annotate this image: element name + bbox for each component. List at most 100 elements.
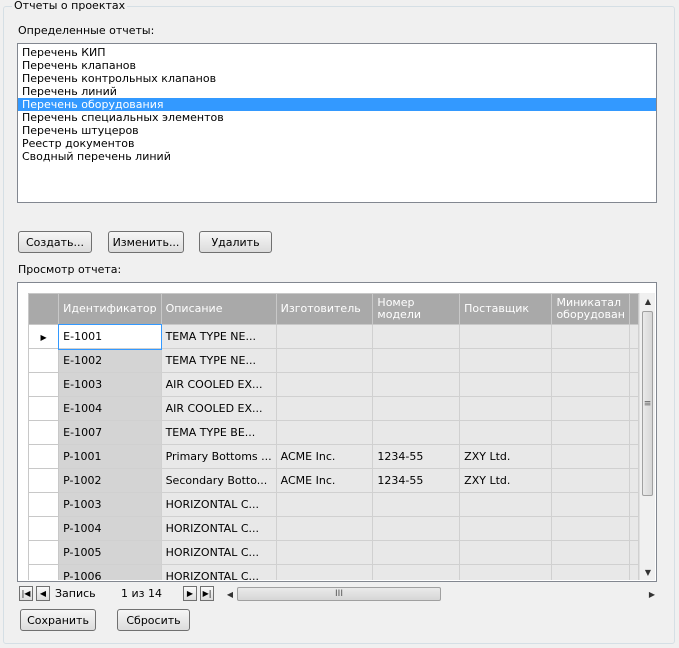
table-cell[interactable] <box>372 348 461 373</box>
vertical-scroll-thumb[interactable]: ≡ <box>642 311 653 496</box>
table-cell[interactable] <box>372 492 461 517</box>
table-cell[interactable] <box>551 372 630 397</box>
next-record-icon[interactable]: ▶ <box>183 586 197 601</box>
table-cell[interactable] <box>372 396 461 421</box>
row-header[interactable] <box>28 564 60 580</box>
report-list-item[interactable]: Перечень контрольных клапанов <box>18 72 656 85</box>
column-header[interactable]: Поставщик <box>459 293 553 325</box>
table-row[interactable]: E-1007 TEMA TYPE BE... <box>28 420 639 445</box>
table-cell[interactable]: HORIZONTAL C... <box>160 540 277 565</box>
table-cell[interactable] <box>275 492 374 517</box>
defined-reports-listbox[interactable]: Перечень КИП Перечень клапанов Перечень ко… <box>17 43 657 203</box>
table-cell[interactable] <box>275 540 374 565</box>
table-cell[interactable]: P-1004 <box>58 516 162 541</box>
row-header[interactable] <box>28 516 60 541</box>
table-cell[interactable] <box>459 396 553 421</box>
edit-button[interactable]: Изменить... <box>108 231 184 253</box>
create-button[interactable]: Создать... <box>18 231 92 253</box>
scroll-up-icon[interactable]: ▲ <box>640 293 656 309</box>
row-header[interactable]: ▶ <box>28 324 60 349</box>
table-cell[interactable]: P-1005 <box>58 540 162 565</box>
row-header[interactable] <box>28 444 60 469</box>
delete-button[interactable]: Удалить <box>199 231 272 253</box>
table-cell[interactable] <box>372 516 461 541</box>
table-cell[interactable] <box>551 396 630 421</box>
first-record-icon[interactable]: |◀ <box>19 586 33 601</box>
table-cell[interactable] <box>551 468 630 493</box>
table-cell[interactable]: ACME Inc. <box>275 468 374 493</box>
report-list-item[interactable]: Перечень КИП <box>18 46 656 59</box>
table-cell[interactable] <box>459 492 553 517</box>
table-cell[interactable] <box>459 564 553 580</box>
table-cell[interactable] <box>551 540 630 565</box>
table-cell[interactable] <box>551 516 630 541</box>
table-cell[interactable] <box>275 564 374 580</box>
table-cell[interactable]: TEMA TYPE NE... <box>160 324 277 349</box>
table-row[interactable]: E-1004 AIR COOLED EX... <box>28 396 639 421</box>
table-cell[interactable]: ZXY Ltd. <box>459 468 553 493</box>
table-cell[interactable] <box>275 372 374 397</box>
table-cell[interactable] <box>459 540 553 565</box>
table-cell[interactable]: HORIZONTAL C... <box>160 516 277 541</box>
report-list-item[interactable]: Перечень штуцеров <box>18 124 656 137</box>
table-cell[interactable]: AIR COOLED EX... <box>160 396 277 421</box>
report-list-item[interactable]: Перечень специальных элементов <box>18 111 656 124</box>
column-header[interactable]: Описание <box>160 293 277 325</box>
table-row[interactable]: P-1002 Secondary Botto... ACME Inc. 1234-55… <box>28 468 639 493</box>
column-header[interactable]: Идентификатор <box>58 293 162 325</box>
table-row[interactable]: ▶ E-1001 TEMA TYPE NE... <box>28 323 639 350</box>
column-header[interactable]: Номер модели <box>372 293 461 325</box>
save-button[interactable]: Сохранить <box>20 609 96 631</box>
table-cell[interactable] <box>372 372 461 397</box>
table-cell[interactable]: P-1003 <box>58 492 162 517</box>
scroll-down-icon[interactable]: ▼ <box>640 564 656 580</box>
row-header[interactable] <box>28 540 60 565</box>
table-row[interactable]: P-1004 HORIZONTAL C... <box>28 516 639 541</box>
column-header[interactable]: Миникатал оборудован <box>551 293 630 325</box>
table-cell[interactable]: E-1007 <box>58 420 162 445</box>
table-cell[interactable] <box>551 324 630 349</box>
table-cell[interactable]: AIR COOLED EX... <box>160 372 277 397</box>
row-header[interactable] <box>28 492 60 517</box>
table-cell[interactable] <box>372 324 461 349</box>
table-row[interactable]: E-1002 TEMA TYPE NE... <box>28 348 639 373</box>
column-header[interactable]: Изготовитель <box>275 293 374 325</box>
table-row[interactable]: E-1003 AIR COOLED EX... <box>28 372 639 397</box>
table-cell[interactable]: TEMA TYPE NE... <box>160 348 277 373</box>
table-cell[interactable]: P-1002 <box>58 468 162 493</box>
reset-button[interactable]: Сбросить <box>117 609 190 631</box>
table-cell[interactable] <box>372 420 461 445</box>
table-cell[interactable]: ACME Inc. <box>275 444 374 469</box>
table-cell[interactable] <box>459 348 553 373</box>
table-cell[interactable]: P-1006 <box>58 564 162 580</box>
table-cell[interactable]: E-1003 <box>58 372 162 397</box>
row-header[interactable] <box>28 420 60 445</box>
row-header[interactable] <box>28 396 60 421</box>
table-cell[interactable]: HORIZONTAL C... <box>160 564 277 580</box>
table-cell[interactable]: E-1002 <box>58 348 162 373</box>
table-cell[interactable]: 1234-55 <box>372 468 461 493</box>
table-cell[interactable]: Primary Bottoms ... <box>160 444 277 469</box>
report-list-item[interactable]: Перечень линий <box>18 85 656 98</box>
table-cell[interactable]: ZXY Ltd. <box>459 444 553 469</box>
table-cell[interactable] <box>275 516 374 541</box>
table-row[interactable]: P-1003 HORIZONTAL C... <box>28 492 639 517</box>
table-cell[interactable] <box>551 444 630 469</box>
report-list-item[interactable]: Перечень оборудования <box>18 98 656 111</box>
table-cell[interactable]: HORIZONTAL C... <box>160 492 277 517</box>
table-row[interactable]: P-1006 HORIZONTAL C... <box>28 564 639 580</box>
table-row[interactable]: P-1001 Primary Bottoms ... ACME Inc. 1234-5… <box>28 444 639 469</box>
table-cell[interactable] <box>275 396 374 421</box>
report-list-item[interactable]: Сводный перечень линий <box>18 150 656 163</box>
row-header[interactable] <box>28 348 60 373</box>
table-cell[interactable]: P-1001 <box>58 444 162 469</box>
table-cell[interactable]: 1234-55 <box>372 444 461 469</box>
table-cell[interactable] <box>551 348 630 373</box>
report-preview-grid[interactable]: Идентификатор Описание Изготовитель Номер мо… <box>17 282 657 582</box>
table-cell[interactable] <box>372 540 461 565</box>
table-cell[interactable]: E-1004 <box>58 396 162 421</box>
vertical-scrollbar[interactable]: ▲ ≡ ▼ <box>639 293 655 580</box>
table-cell[interactable]: E-1001 <box>57 323 163 350</box>
scroll-left-icon[interactable]: ◀ <box>225 587 235 601</box>
table-cell[interactable] <box>275 348 374 373</box>
